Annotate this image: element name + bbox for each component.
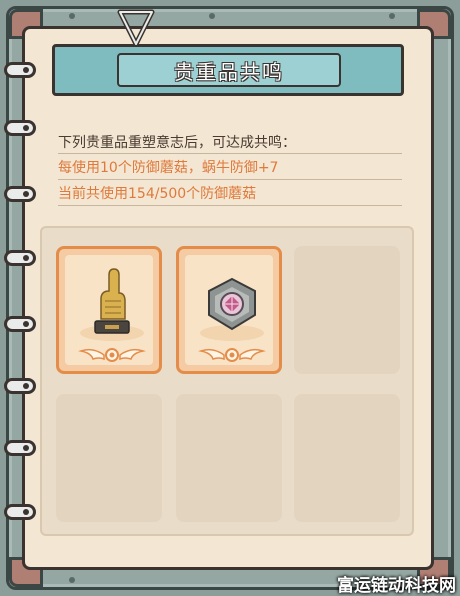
gem-shield-emblem-icon xyxy=(198,277,266,362)
binder-ring xyxy=(4,378,36,394)
item-slot-empty[interactable] xyxy=(294,394,400,522)
paper-clip-icon xyxy=(117,9,155,47)
item-slot-empty[interactable] xyxy=(294,246,400,374)
binder-ring xyxy=(4,316,36,332)
intro-text: 下列贵重品重塑意志后，可达成共鸣： xyxy=(58,135,296,151)
watermark-text: 富运链动科技网 xyxy=(337,576,456,596)
item-slot-gem-shield[interactable] xyxy=(176,246,282,374)
effect-text: 每使用10个防御蘑菇，蜗牛防御+7 xyxy=(58,160,279,176)
item-grid xyxy=(40,226,414,536)
header-banner: 贵重品共鸣 xyxy=(52,44,404,96)
page-title: 贵重品共鸣 xyxy=(117,53,341,87)
binder-ring xyxy=(4,62,36,78)
binder-ring xyxy=(4,120,36,136)
item-slot-empty[interactable] xyxy=(56,394,162,522)
golden-fist-trophy-icon xyxy=(78,268,146,362)
progress-text: 当前共使用154/500个防御蘑菇 xyxy=(58,186,257,202)
binder-ring xyxy=(4,440,36,456)
binder-ring xyxy=(4,250,36,266)
binder-ring xyxy=(4,504,36,520)
item-slot-golden-fist[interactable] xyxy=(56,246,162,374)
item-slot-empty[interactable] xyxy=(176,394,282,522)
binder-ring xyxy=(4,186,36,202)
